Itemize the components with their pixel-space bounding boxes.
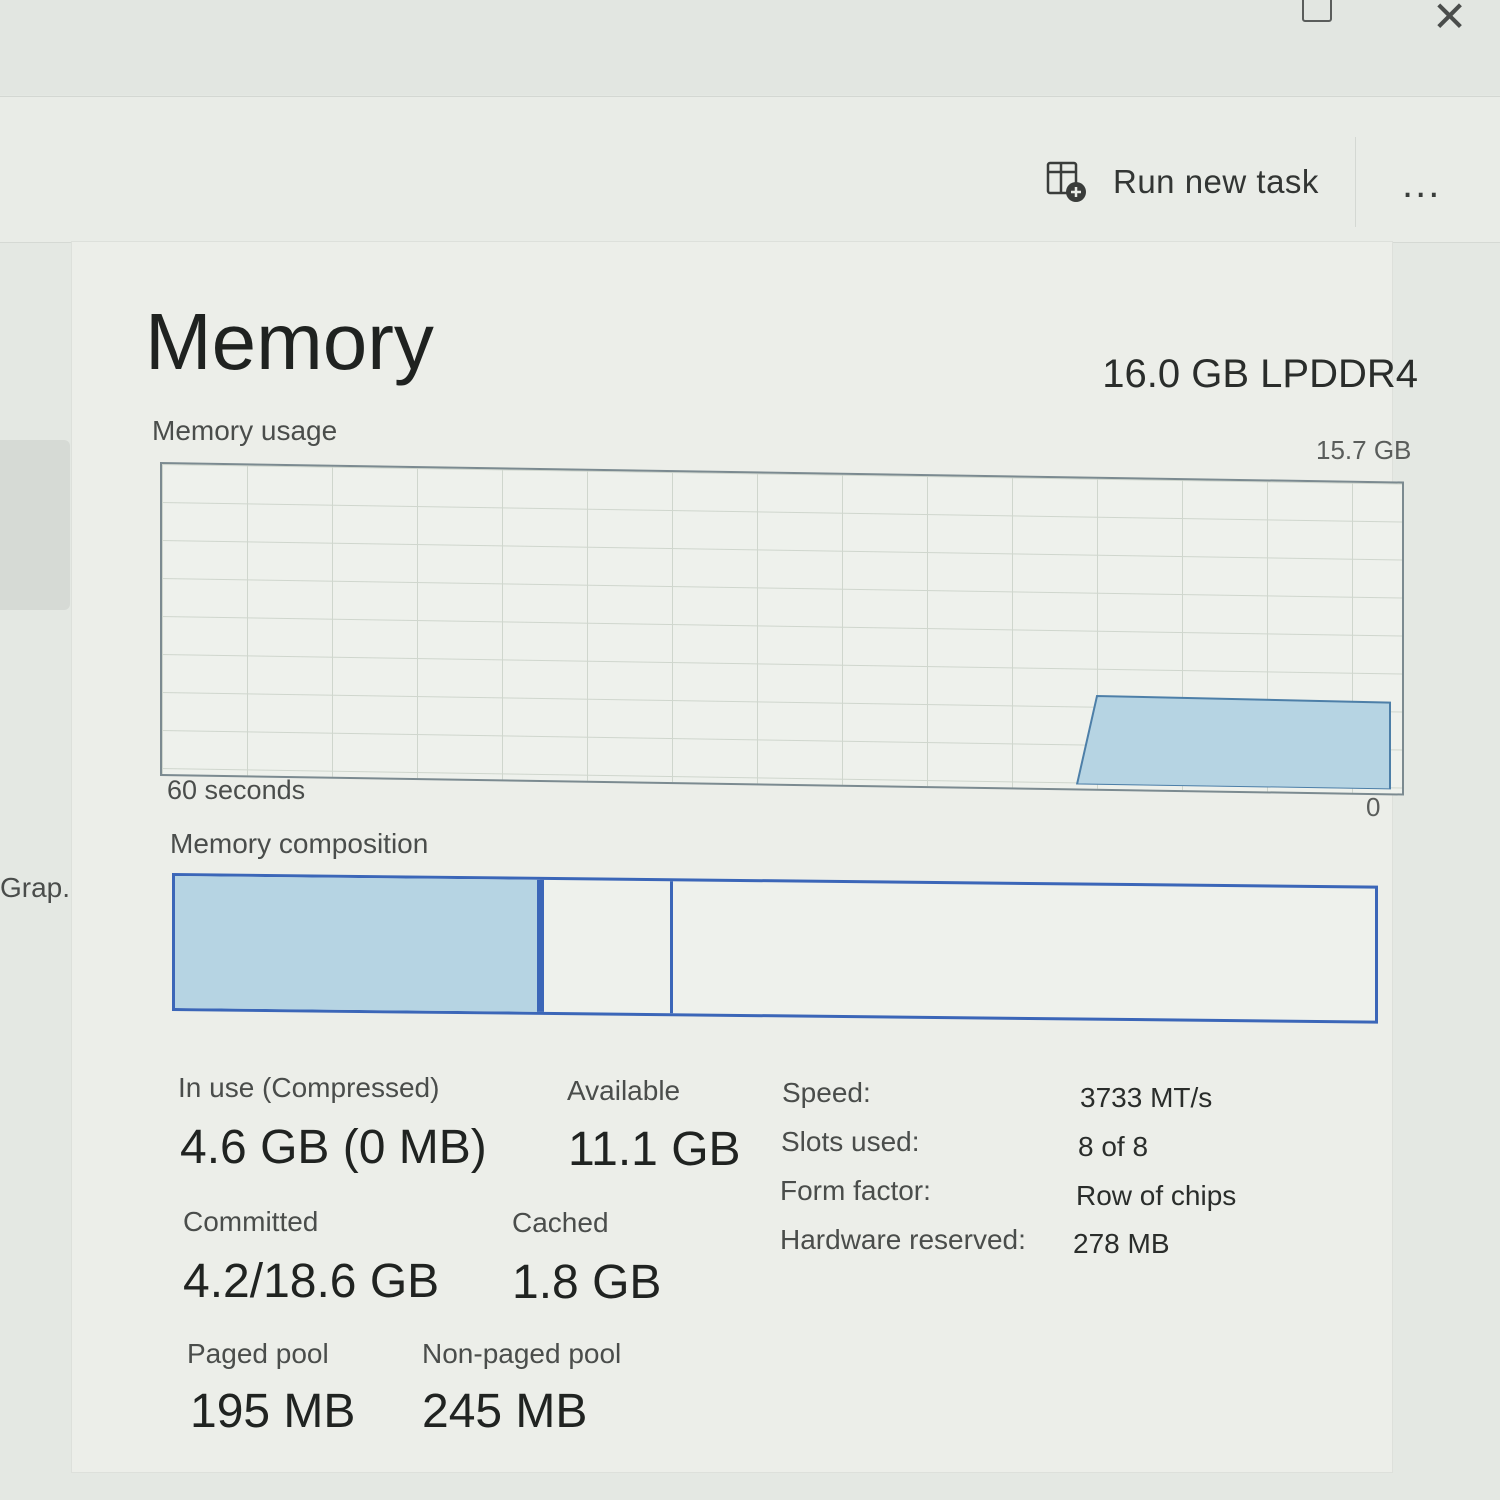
minimize-icon[interactable]: [1172, 0, 1198, 2]
slots-used-value: 8 of 8: [1078, 1131, 1149, 1162]
slots-used-label: Slots used:: [781, 1126, 920, 1157]
speed-value: 3733 MT/s: [1080, 1082, 1213, 1113]
composition-in-use[interactable]: [175, 876, 540, 1012]
memory-usage-plot: [1075, 694, 1391, 790]
cached-value: 1.8 GB: [512, 1256, 662, 1309]
composition-standby[interactable]: [544, 879, 673, 1014]
hardware-reserved-value: 278 MB: [1073, 1228, 1170, 1259]
non-paged-pool-label: Non-paged pool: [422, 1338, 622, 1369]
run-task-icon: [1046, 161, 1086, 202]
committed-label: Committed: [183, 1206, 319, 1237]
memory-usage-max: 15.7 GB: [1316, 435, 1412, 465]
usage-area: [1075, 694, 1391, 790]
run-new-task-button[interactable]: Run new task: [1045, 157, 1319, 207]
memory-usage-label: Memory usage: [152, 415, 338, 446]
paged-pool-value: 195 MB: [190, 1385, 356, 1438]
toolbar-divider: [1355, 137, 1356, 227]
in-use-label: In use (Compressed): [178, 1072, 440, 1103]
memory-type: 16.0 GB LPDDR4: [1102, 352, 1418, 396]
composition-free[interactable]: [673, 881, 1373, 1020]
toolbar: Run new task ...: [0, 96, 1500, 243]
time-span-label: 60 seconds: [167, 775, 306, 805]
speed-label: Speed:: [782, 1077, 871, 1108]
title-bar: ✕: [0, 0, 1500, 95]
hardware-reserved-label: Hardware reserved:: [780, 1224, 1026, 1255]
available-value: 11.1 GB: [568, 1123, 741, 1176]
more-options-button[interactable]: ...: [1402, 164, 1441, 204]
sidebar-selected-item[interactable]: [0, 440, 70, 610]
committed-value: 4.2/18.6 GB: [183, 1255, 440, 1308]
memory-usage-graph: [160, 462, 1404, 796]
memory-composition-label: Memory composition: [170, 828, 429, 859]
page-title: Memory: [145, 297, 434, 386]
close-icon[interactable]: ✕: [1432, 0, 1467, 38]
in-use-value: 4.6 GB (0 MB): [180, 1121, 487, 1174]
paged-pool-label: Paged pool: [187, 1338, 329, 1369]
form-factor-label: Form factor:: [780, 1175, 931, 1206]
form-factor-value: Row of chips: [1076, 1180, 1237, 1211]
run-new-task-label: Run new task: [1113, 163, 1319, 200]
cached-label: Cached: [512, 1207, 609, 1238]
maximize-icon[interactable]: [1302, 0, 1332, 22]
non-paged-pool-value: 245 MB: [422, 1385, 588, 1438]
usage-min-label: 0: [1366, 792, 1381, 822]
available-label: Available: [567, 1075, 681, 1106]
memory-composition-bar: [172, 873, 1378, 1024]
